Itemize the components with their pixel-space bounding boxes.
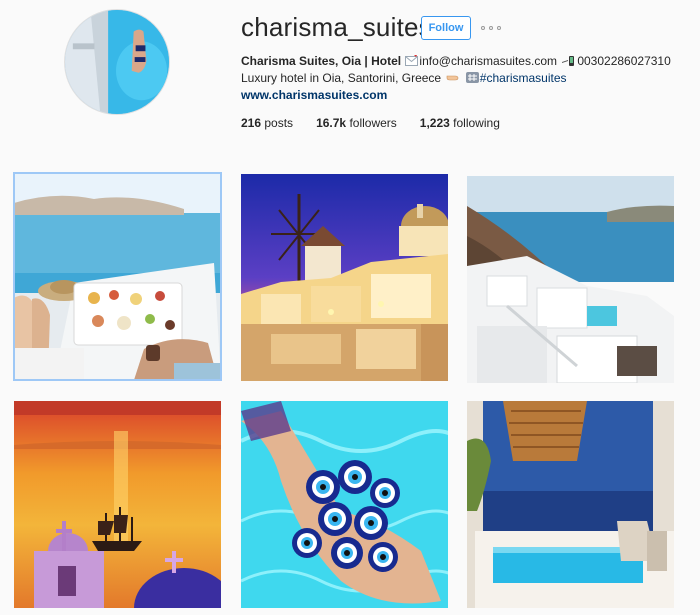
ellipsis-icon[interactable] bbox=[481, 20, 501, 36]
profile-avatar[interactable] bbox=[64, 9, 170, 115]
bio-phone: 00302286027310 bbox=[577, 54, 671, 68]
bio-line-1: Charisma Suites, Oia | Hotel info@charis… bbox=[241, 53, 681, 70]
bio-description: Luxury hotel in Oia, Santorini, Greece bbox=[241, 71, 442, 85]
profile-bio: Charisma Suites, Oia | Hotel info@charis… bbox=[241, 53, 681, 104]
stat-following-value: 1,223 bbox=[419, 116, 450, 130]
profile-stats: 216 posts 16.7k followers 1,223 followin… bbox=[241, 116, 523, 130]
bio-display-name: Charisma Suites, Oia | Hotel bbox=[241, 54, 402, 68]
website-link[interactable]: www.charismasuites.com bbox=[241, 87, 681, 104]
post-tile-4[interactable] bbox=[14, 401, 221, 608]
profile-username: charisma_suites bbox=[241, 12, 432, 42]
post-tile-1[interactable] bbox=[13, 172, 222, 381]
stat-following[interactable]: 1,223 following bbox=[420, 116, 500, 130]
stat-posts-label: posts bbox=[264, 116, 294, 130]
bio-line-2: Luxury hotel in Oia, Santorini, Greece #… bbox=[241, 70, 681, 87]
hashtag-box-icon bbox=[465, 72, 479, 83]
bio-email: info@charismasuites.com bbox=[419, 54, 557, 68]
stat-followers-label: followers bbox=[349, 116, 397, 130]
stat-following-label: following bbox=[453, 116, 500, 130]
post-tile-5[interactable] bbox=[241, 401, 448, 608]
stat-posts-value: 216 bbox=[241, 116, 262, 130]
follow-button[interactable]: Follow bbox=[421, 16, 471, 40]
post-tile-2[interactable] bbox=[241, 174, 448, 381]
stat-followers-value: 16.7k bbox=[316, 116, 347, 130]
post-tile-6[interactable] bbox=[467, 401, 674, 608]
post-tile-3[interactable] bbox=[467, 176, 674, 383]
envelope-icon bbox=[405, 55, 419, 66]
pointing-hand-icon bbox=[447, 75, 459, 81]
mobile-phone-icon bbox=[562, 56, 575, 66]
stat-posts: 216 posts bbox=[241, 116, 293, 130]
bio-hashtag-link[interactable]: #charismasuites bbox=[480, 71, 567, 85]
stat-followers[interactable]: 16.7k followers bbox=[316, 116, 397, 130]
